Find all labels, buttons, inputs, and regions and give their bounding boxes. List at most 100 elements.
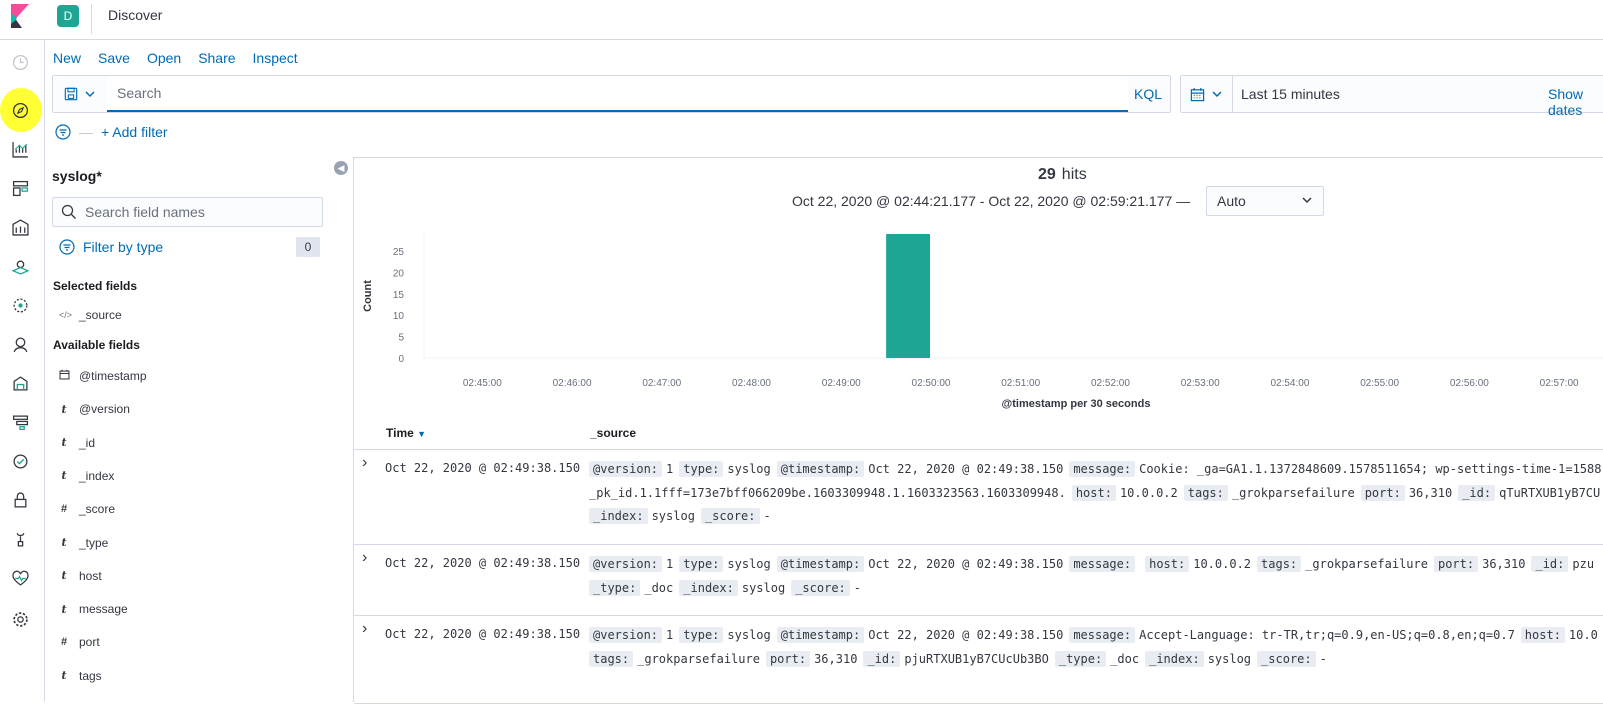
share-button[interactable]: Share	[198, 50, 235, 66]
source-value: 36,310	[814, 651, 858, 666]
string-field-icon: t	[61, 602, 67, 616]
field-item[interactable]: t _id	[59, 434, 95, 452]
field-item[interactable]: t @version	[59, 400, 129, 418]
discover-compass-icon[interactable]	[8, 98, 32, 122]
source-key: type:	[679, 556, 724, 572]
dev-tools-icon[interactable]	[8, 527, 32, 551]
sort-down-icon[interactable]: ▼	[417, 429, 426, 439]
field-item[interactable]: </> _source	[59, 306, 122, 324]
field-item[interactable]: # _score	[59, 500, 115, 518]
field-item[interactable]: # port	[59, 633, 100, 651]
collapse-sidebar-icon[interactable]: ◀	[334, 161, 348, 175]
number-field-icon: #	[60, 636, 68, 649]
source-key: @version:	[589, 556, 663, 572]
kql-language-toggle[interactable]: KQL	[1134, 86, 1162, 102]
source-key: port:	[1360, 484, 1405, 501]
expand-row-icon[interactable]: ›	[362, 620, 367, 638]
source-column-header: _source	[590, 426, 637, 440]
inspect-button[interactable]: Inspect	[253, 50, 298, 66]
source-value: syslog	[727, 628, 771, 642]
field-name: _id	[79, 435, 96, 450]
interval-value: Auto	[1217, 193, 1246, 209]
visualize-icon[interactable]	[8, 137, 32, 161]
field-sidebar: syslog* ◀ Search field names Filter by t…	[45, 155, 353, 702]
kibana-logo-icon[interactable]	[8, 4, 32, 28]
table-row[interactable]: › Oct 22, 2020 @ 02:49:38.150 @version: 1 ty…	[354, 545, 1603, 616]
chevron-down-icon	[1212, 91, 1222, 98]
source-key: port:	[1433, 556, 1479, 572]
expand-row-icon[interactable]: ›	[362, 549, 367, 567]
time-column-label: Time	[386, 426, 414, 440]
uptime-icon[interactable]	[8, 449, 32, 473]
stack-monitoring-icon[interactable]	[8, 566, 32, 590]
top-header: D Discover	[0, 0, 1603, 40]
machine-learning-icon[interactable]	[8, 293, 32, 317]
source-value: syslog	[727, 462, 771, 476]
y-tick-label: 25	[393, 247, 405, 258]
source-line: @version: 1 type: syslog @timestamp: Oct 22, …	[589, 553, 1603, 577]
canvas-icon[interactable]	[8, 215, 32, 239]
infrastructure-icon[interactable]	[8, 332, 32, 356]
string-field-icon: t	[61, 669, 67, 683]
recently-viewed-icon[interactable]	[8, 50, 32, 74]
new-button[interactable]: New	[53, 50, 81, 66]
expand-row-icon[interactable]: ›	[362, 454, 367, 472]
table-row[interactable]: › Oct 22, 2020 @ 02:49:38.150 @version: 1 ty…	[354, 616, 1603, 704]
table-row[interactable]: › Oct 22, 2020 @ 02:49:38.150 @version: 1 ty…	[354, 450, 1603, 545]
source-value: qTuRTXUB1yB7CU	[1499, 485, 1601, 500]
maps-icon[interactable]	[8, 254, 32, 278]
row-time: Oct 22, 2020 @ 02:49:38.150	[385, 556, 581, 570]
space-avatar[interactable]: D	[57, 5, 79, 27]
management-gear-icon[interactable]	[8, 607, 32, 631]
field-search-input[interactable]: Search field names	[52, 197, 323, 227]
source-key: @version:	[589, 627, 663, 643]
source-value: _doc	[644, 580, 674, 595]
field-item[interactable]: @timestamp	[59, 367, 147, 385]
source-value: _doc	[1110, 651, 1140, 666]
number-field-icon: #	[60, 503, 68, 516]
source-key: tags:	[589, 650, 634, 667]
dashboard-icon[interactable]	[8, 176, 32, 200]
field-item[interactable]: t message	[59, 600, 127, 618]
saved-query-menu-button[interactable]	[53, 76, 106, 112]
y-tick-label: 5	[398, 333, 404, 344]
add-filter-button[interactable]: + Add filter	[101, 124, 168, 140]
save-button[interactable]: Save	[98, 50, 130, 66]
filter-by-type-label: Filter by type	[83, 239, 164, 255]
source-key: host:	[1520, 627, 1565, 643]
field-name: _source	[79, 308, 122, 322]
histogram-chart: 0 5 10 15 20 25 02:45:00 02:46:00 02:47:00 02:48:…	[362, 234, 1603, 410]
filter-count-badge: 0	[296, 237, 320, 257]
field-item[interactable]: t host	[59, 567, 101, 585]
source-value: 10.0.0.2	[1119, 485, 1178, 500]
filter-bar: — + Add filter	[55, 124, 168, 140]
open-button[interactable]: Open	[147, 50, 181, 66]
source-value: -	[1319, 651, 1327, 666]
index-pattern-title[interactable]: syslog*	[52, 168, 102, 184]
apm-icon[interactable]	[8, 410, 32, 434]
time-range-label[interactable]: Last 15 minutes	[1241, 86, 1340, 102]
source-key: @timestamp:	[776, 627, 865, 643]
time-column-header[interactable]: Time ▼	[386, 426, 426, 440]
quick-select-button[interactable]	[1181, 76, 1233, 112]
siem-lock-icon[interactable]	[8, 488, 32, 512]
x-tick-label: 02:53:00	[1181, 378, 1220, 389]
source-value: syslog	[651, 509, 695, 523]
field-item[interactable]: t tags	[59, 667, 101, 685]
source-key: _score:	[791, 579, 850, 596]
source-key: _id:	[863, 650, 901, 667]
breadcrumb-app-title: Discover	[108, 7, 163, 23]
field-item[interactable]: t _type	[59, 534, 108, 552]
logs-icon[interactable]	[8, 371, 32, 395]
source-line: _index: syslog _score: -	[589, 505, 1603, 529]
filter-options-icon[interactable]	[55, 124, 71, 140]
search-input[interactable]	[107, 76, 1128, 112]
field-item[interactable]: t _index	[59, 467, 114, 485]
show-dates-button[interactable]: Show dates	[1548, 86, 1603, 118]
interval-select[interactable]: Auto	[1206, 186, 1324, 216]
filter-by-type-button[interactable]: Filter by type	[59, 239, 163, 255]
x-tick-label: 02:49:00	[822, 378, 861, 389]
source-field-icon: </>	[59, 310, 73, 320]
source-key: port:	[765, 650, 811, 667]
source-key: _index:	[589, 508, 648, 524]
